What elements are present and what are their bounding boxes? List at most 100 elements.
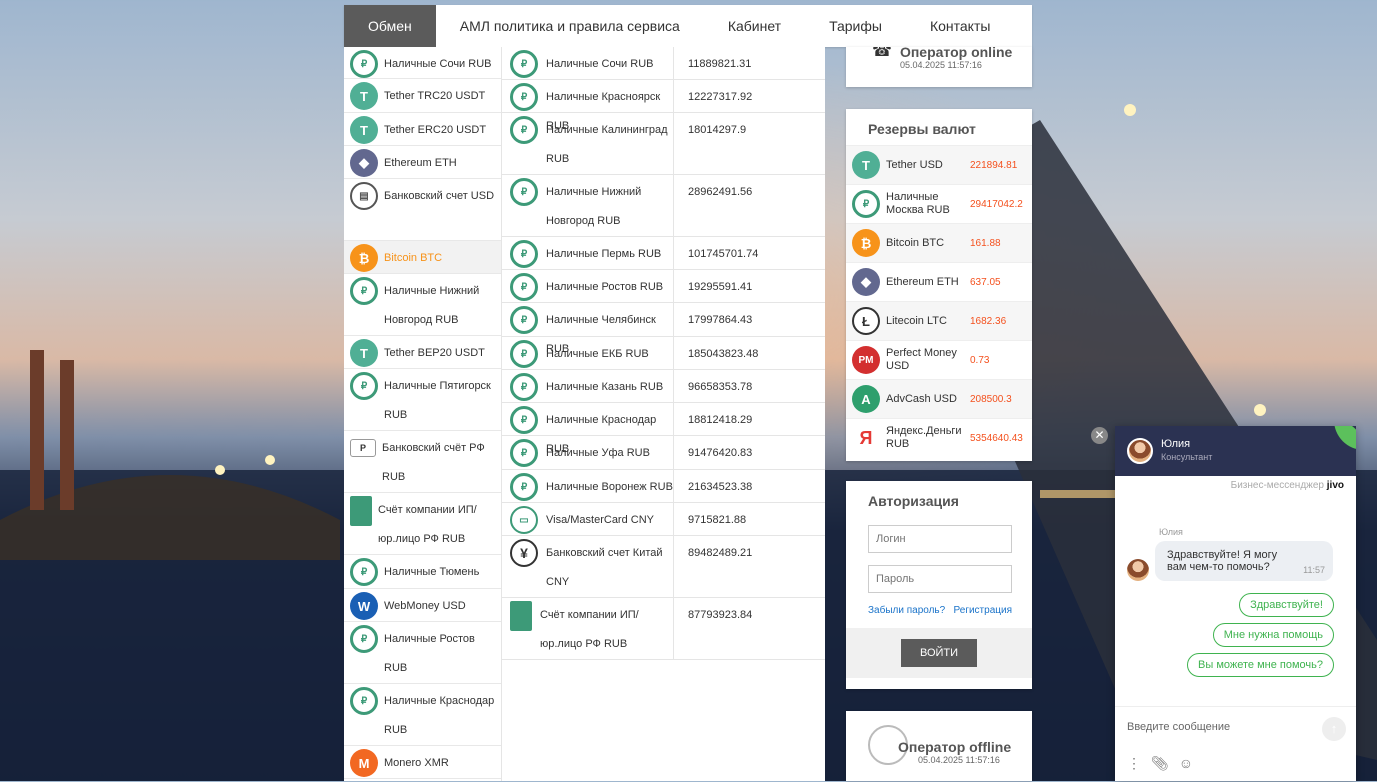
more-icon[interactable]: ⋮	[1127, 755, 1141, 772]
tether-icon: T	[350, 116, 378, 144]
reserve-row: Я Яндекс.Деньги RUB 5354640.43	[846, 418, 1032, 457]
give-currency-item[interactable]: ₽ Наличные Тюмень	[344, 555, 501, 589]
reserve-value: 29417042.2	[970, 198, 1023, 210]
tether-icon: T	[350, 82, 378, 110]
reserve-amount: 91476420.83	[688, 447, 753, 459]
nav-item-4[interactable]: Контакты	[906, 5, 1014, 47]
reserve-currency-label: Bitcoin BTC	[886, 236, 945, 249]
reserve-amount: 12227317.92	[688, 91, 753, 103]
reserve-value: 1682.36	[970, 315, 1007, 327]
give-currency-item[interactable]: W WebMoney USD	[344, 589, 501, 622]
table-row[interactable]: ₽ Наличные Сочи RUB 11889821.31	[502, 47, 825, 80]
give-currency-item[interactable]: ₽ Наличные Пятигорск RUB	[344, 369, 501, 431]
agent-name: Юлия	[1161, 438, 1191, 450]
reserve-row: ₽ Наличные Москва RUB 29417042.2	[846, 184, 1032, 223]
table-row[interactable]: ₽ Наличные Челябинск RUB 17997864.43	[502, 303, 825, 355]
emoji-icon[interactable]: ☺	[1179, 755, 1193, 772]
give-currency-item[interactable]: T Tether TRC20 USDT	[344, 79, 501, 113]
table-row[interactable]: ₽ Наличные ЕКБ RUB 185043823.48	[502, 337, 825, 370]
give-currency-label: Tether BEP20 USDT	[384, 347, 485, 359]
message-author: Юлия	[1159, 527, 1183, 537]
reserve-row: A AdvCash USD 208500.3	[846, 379, 1032, 418]
nav-item-1[interactable]: АМЛ политика и правила сервиса	[436, 5, 704, 47]
give-currency-item[interactable]: ◆ Ethereum ETH	[344, 146, 501, 179]
quick-reply-button[interactable]: Мне нужна помощь	[1212, 623, 1334, 647]
send-icon[interactable]: ↑	[1322, 717, 1346, 741]
message-bubble: Здравствуйте! Я могу вам чем-то помочь? …	[1155, 541, 1333, 581]
give-currency-item[interactable]: ▤ Банковский счет USD	[344, 179, 501, 241]
reserve-amount: 101745701.74	[688, 248, 759, 260]
table-row[interactable]: ₽ Наличные Красноярск RUB 12227317.92	[502, 80, 825, 132]
quick-reply-button[interactable]: Здравствуйте!	[1239, 593, 1334, 617]
receive-currency-table: ₽ Наличные Сочи RUB 11889821.31 ₽ Наличные К…	[502, 47, 825, 781]
table-row[interactable]: ₽ Наличные Калининград RUB 18014297.9	[502, 113, 825, 175]
reserve-value: 0.73	[970, 354, 990, 366]
reserve-currency-label: Ethereum ETH	[886, 275, 959, 288]
ethereum-icon: ◆	[852, 268, 880, 296]
password-input[interactable]	[868, 565, 1012, 593]
cash-icon: ₽	[350, 687, 378, 715]
table-row[interactable]: ₽ Наличные Воронеж RUB 21634523.38	[502, 470, 825, 503]
login-input[interactable]	[868, 525, 1012, 553]
receive-currency-label: Наличные Калининград RUB	[546, 124, 668, 165]
auth-title: Авторизация	[868, 493, 959, 509]
operator-status-online: ☎ Оператор online 05.04.2025 11:57:16	[846, 47, 1032, 87]
chat-close-icon[interactable]: ✕	[1091, 427, 1108, 444]
operator-status-title: Оператор online	[899, 47, 1013, 60]
cash-icon: ₽	[510, 273, 538, 301]
give-currency-item[interactable]: P Банковский счёт РФ RUB	[344, 431, 501, 493]
give-currency-item[interactable]: ₽ Наличные Сочи RUB	[344, 47, 501, 79]
give-currency-label: Наличные Ростов RUB	[384, 633, 475, 674]
reserve-amount: 89482489.21	[688, 547, 753, 559]
give-currency-item[interactable]: T Tether ERC20 USDT	[344, 113, 501, 146]
give-currency-item[interactable]: ₽ Наличные Нижний Новгород RUB	[344, 274, 501, 336]
advcash-icon: A	[852, 385, 880, 413]
reserve-amount: 9715821.88	[688, 514, 747, 526]
give-currency-item[interactable]: Счёт компании ИП/ юр.лицо РФ RUB	[344, 493, 501, 555]
table-row[interactable]: ₽ Наличные Краснодар RUB 18812418.29	[502, 403, 825, 455]
receive-currency-label: Наличные Уфа RUB	[546, 447, 650, 459]
message-avatar	[1127, 559, 1149, 581]
attach-icon[interactable]: 📎︎	[1151, 755, 1169, 772]
give-currency-item[interactable]: ₿ Bitcoin BTC	[344, 241, 501, 274]
table-row[interactable]: ₽ Наличные Ростов RUB 19295591.41	[502, 270, 825, 303]
table-row[interactable]: ▭ Visa/MasterCard CNY 9715821.88	[502, 503, 825, 536]
brand-name: jivo	[1326, 480, 1344, 491]
reserve-amount: 11889821.31	[688, 58, 752, 70]
ethereum-icon: ◆	[350, 149, 378, 177]
cash-icon: ₽	[510, 406, 538, 434]
give-currency-item[interactable]: ₽ Наличные Краснодар RUB	[344, 684, 501, 746]
give-currency-item[interactable]: M Monero XMR	[344, 746, 501, 779]
give-currency-item[interactable]: T Tether BEP20 USDT	[344, 336, 501, 369]
nav-item-2[interactable]: Кабинет	[704, 5, 805, 47]
table-row[interactable]: ₽ Наличные Нижний Новгород RUB 28962491.56	[502, 175, 825, 237]
table-row[interactable]: ¥ Банковский счет Китай CNY 89482489.21	[502, 536, 825, 598]
receive-currency-label: Счёт компании ИП/ юр.лицо РФ RUB	[540, 609, 639, 650]
table-row[interactable]: ₽ Наличные Пермь RUB 101745701.74	[502, 237, 825, 270]
phone-icon: ☎	[872, 47, 892, 60]
cash-icon: ₽	[350, 50, 378, 78]
quick-reply-button[interactable]: Вы можете мне помочь?	[1187, 653, 1334, 677]
forgot-password-link[interactable]: Забыли пароль?	[868, 605, 945, 616]
auth-panel: Авторизация Забыли пароль? Регистрация В…	[846, 481, 1032, 689]
table-row[interactable]: Счёт компании ИП/ юр.лицо РФ RUB 87793923…	[502, 598, 825, 660]
give-currency-label: Наличные Тюмень	[384, 566, 480, 578]
table-row[interactable]: ₽ Наличные Уфа RUB 91476420.83	[502, 436, 825, 470]
reserve-row: T Tether USD 221894.81	[846, 145, 1032, 184]
give-currency-item[interactable]: ₽ Наличные Ростов RUB	[344, 622, 501, 684]
table-row[interactable]: ₽ Наличные Казань RUB 96658353.78	[502, 370, 825, 403]
reserve-amount: 18812418.29	[688, 414, 753, 426]
receive-currency-label: Наличные ЕКБ RUB	[546, 348, 649, 360]
nav-item-3[interactable]: Тарифы	[805, 5, 906, 47]
reserve-amount: 87793923.84	[688, 609, 753, 621]
login-button[interactable]: ВОЙТИ	[901, 639, 977, 667]
message-input[interactable]: Введите сообщение	[1115, 707, 1356, 747]
give-currency-list: ₽ Наличные Сочи RUB T Tether TRC20 USDT T Tet…	[344, 47, 502, 781]
cash-icon: ₽	[510, 306, 538, 334]
nav-item-0[interactable]: Обмен	[344, 5, 436, 47]
receive-currency-label: Наличные Ростов RUB	[546, 281, 664, 293]
cash-icon: ₽	[510, 340, 538, 368]
register-link[interactable]: Регистрация	[954, 605, 1012, 616]
bitcoin-icon: ₿	[350, 244, 378, 272]
tether-icon: T	[350, 339, 378, 367]
